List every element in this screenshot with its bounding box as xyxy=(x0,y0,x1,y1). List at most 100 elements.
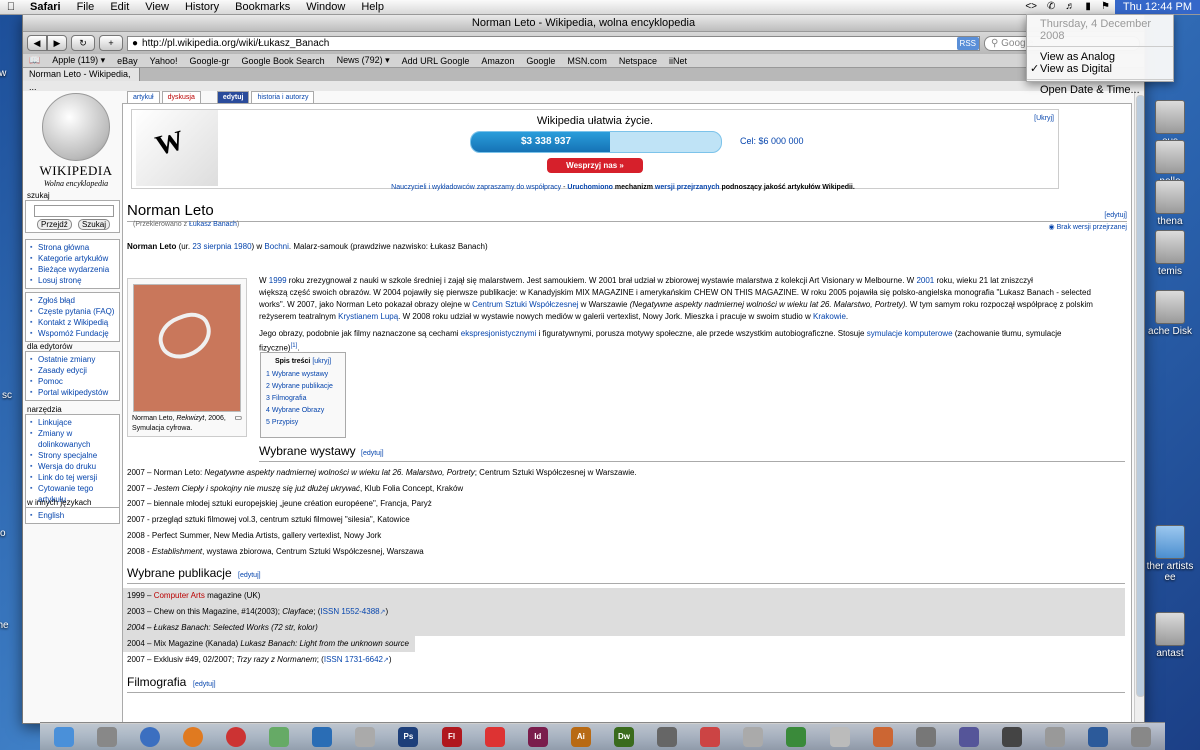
tab-article[interactable]: artykuł xyxy=(127,91,160,103)
dreamweaver-icon[interactable]: Dw xyxy=(613,726,634,747)
desktop-icon-left[interactable]: bo xyxy=(0,528,22,539)
indesign-icon[interactable]: Id xyxy=(527,726,548,747)
menu-app-name[interactable]: Safari xyxy=(22,0,69,14)
desktop-icon-left[interactable]: The xyxy=(0,620,22,631)
trash-icon[interactable] xyxy=(1131,726,1152,747)
menu-history[interactable]: History xyxy=(177,0,227,14)
back-button[interactable]: ◀ xyxy=(27,35,47,51)
nav-link[interactable]: Strona główna xyxy=(30,242,117,253)
tab-edit[interactable]: edytuj xyxy=(216,91,250,103)
phone-icon[interactable]: ✆ xyxy=(1042,0,1060,14)
artwork-image[interactable] xyxy=(133,284,241,412)
tab-discussion[interactable]: dyskusja xyxy=(161,91,201,103)
ichat-icon[interactable] xyxy=(312,726,333,747)
toc-item[interactable]: 5 Przypisy xyxy=(266,417,345,429)
issn-link[interactable]: ISSN 1731-6642 xyxy=(324,655,383,664)
browser-tab[interactable]: Norman Leto - Wikipedia, ... xyxy=(23,68,140,92)
nav-link[interactable]: Losuj stronę xyxy=(30,275,117,286)
scrollbar-thumb[interactable] xyxy=(1136,95,1144,697)
app-icon[interactable] xyxy=(1001,726,1022,747)
desktop-icon[interactable]: ther artists ee xyxy=(1140,525,1200,583)
address-bar[interactable]: ● http://pl.wikipedia.org/wiki/Łukasz_Ba… xyxy=(127,35,980,51)
editors-link[interactable]: Pomoc xyxy=(30,376,117,387)
csw-link[interactable]: Centrum Sztuki Współczesnej xyxy=(472,300,578,309)
expressionism-link[interactable]: ekspresjonistycznymi xyxy=(461,329,537,338)
menu-help[interactable]: Help xyxy=(353,0,392,14)
pdf-icon[interactable] xyxy=(700,726,721,747)
help-link[interactable]: Częste pytania (FAQ) xyxy=(30,306,117,317)
menu-clock[interactable]: Thu 12:44 PM xyxy=(1114,0,1200,14)
add-bookmark-button[interactable]: + xyxy=(99,35,123,51)
bookmark-item[interactable]: Netspace xyxy=(619,56,657,66)
app-icon[interactable] xyxy=(1045,726,1066,747)
edit-section-link[interactable]: [edytuj] xyxy=(361,450,384,457)
apple-menu-icon[interactable]:  xyxy=(0,1,22,13)
unreviewed-badge[interactable]: ◉ Brak wersji przejrzanej xyxy=(1049,223,1127,231)
bookmark-item[interactable]: Google Book Search xyxy=(242,56,325,66)
notice-launched[interactable]: Uruchomiono xyxy=(567,184,613,191)
toc-item[interactable]: 3 Filmografia xyxy=(266,393,345,405)
issn-link[interactable]: ISSN 1552-4388 xyxy=(320,607,379,616)
bookmark-item[interactable]: Google xyxy=(526,56,555,66)
bookmark-item[interactable]: Apple (119) ▾ xyxy=(52,55,105,66)
flash-icon[interactable]: Fl xyxy=(441,726,462,747)
rss-button[interactable]: RSS xyxy=(956,36,979,50)
app-icon[interactable] xyxy=(1088,726,1109,747)
edit-section-link[interactable]: [edytuj] xyxy=(238,572,261,579)
window-titlebar[interactable]: Norman Leto - Wikipedia, wolna encyklope… xyxy=(23,15,1144,32)
year-link[interactable]: 2001 xyxy=(916,276,934,285)
dashboard-icon[interactable] xyxy=(96,726,117,747)
desktop-icon[interactable]: antast xyxy=(1140,612,1200,659)
script-menu-icon[interactable]: <> xyxy=(1020,0,1042,14)
help-link[interactable]: Zgłoś błąd xyxy=(30,295,117,306)
forward-button[interactable]: ▶ xyxy=(47,35,67,51)
app-icon[interactable] xyxy=(958,726,979,747)
bookmark-item[interactable]: Google-gr xyxy=(189,56,229,66)
editors-link[interactable]: Zasady edycji xyxy=(30,365,117,376)
help-link[interactable]: Wspomóż Fundację xyxy=(30,328,117,339)
toc-item[interactable]: 1 Wybrane wystawy xyxy=(266,369,345,381)
wiki-search-input[interactable] xyxy=(33,205,114,217)
edit-section-link[interactable]: [edytuj] xyxy=(1104,212,1127,219)
illustrator-icon[interactable]: Ai xyxy=(570,726,591,747)
mail-icon[interactable] xyxy=(269,726,290,747)
go-button[interactable]: Przejdź xyxy=(37,219,72,230)
desktop-icon[interactable]: thena xyxy=(1140,180,1200,227)
toc-hide-link[interactable]: [ukryj] xyxy=(312,358,331,365)
battery-icon[interactable]: ▮ xyxy=(1080,0,1096,14)
desktop-icon[interactable]: ache Disk xyxy=(1140,290,1200,337)
menu-bookmarks[interactable]: Bookmarks xyxy=(227,0,298,14)
firefox-icon[interactable] xyxy=(182,726,203,747)
search-button[interactable]: Szukaj xyxy=(77,219,110,230)
lupa-link[interactable]: Krystianem Lupą xyxy=(338,312,398,321)
toc-item[interactable]: 4 Wybrane Obrazy xyxy=(266,405,345,417)
app-icon[interactable] xyxy=(743,726,764,747)
desktop-icon[interactable]: temis xyxy=(1140,230,1200,277)
bookmark-item[interactable]: iiNet xyxy=(669,56,687,66)
bookmark-item[interactable]: MSN.com xyxy=(567,56,607,66)
tools-link[interactable]: Linkujące xyxy=(30,417,117,428)
bookmark-item[interactable]: eBay xyxy=(117,56,138,66)
app-icon[interactable] xyxy=(872,726,893,747)
acrobat-icon[interactable] xyxy=(484,726,505,747)
donate-button[interactable]: Wesprzyj nas » xyxy=(547,158,643,173)
krakow-link[interactable]: Krakowie xyxy=(813,312,846,321)
opera-icon[interactable] xyxy=(225,726,246,747)
open-date-time-item[interactable]: Open Date & Time... xyxy=(1027,84,1173,96)
birth-date-link[interactable]: 23 sierpnia 1980 xyxy=(192,242,251,251)
view-as-analog-item[interactable]: View as Analog xyxy=(1027,51,1173,63)
safari-icon[interactable] xyxy=(139,726,160,747)
excel-icon[interactable] xyxy=(786,726,807,747)
app-icon[interactable] xyxy=(915,726,936,747)
toc-item[interactable]: 2 Wybrane publikacje xyxy=(266,381,345,393)
tools-link[interactable]: Link do tej wersji xyxy=(30,472,117,483)
editors-link[interactable]: Ostatnie zmiany xyxy=(30,354,117,365)
city-link[interactable]: Bochni xyxy=(264,242,288,251)
notice-teachers-link[interactable]: Nauczycieli i wykładowców zapraszamy do … xyxy=(391,184,561,191)
terminal-icon[interactable] xyxy=(657,726,678,747)
menu-view[interactable]: View xyxy=(137,0,177,14)
tab-history[interactable]: historia i autorzy xyxy=(251,91,315,103)
bookmark-item[interactable]: News (792) ▾ xyxy=(337,55,390,66)
editors-link[interactable]: Portal wikipedystów xyxy=(30,387,117,398)
notice-reviewed-link[interactable]: wersji przejrzanych xyxy=(655,184,720,191)
